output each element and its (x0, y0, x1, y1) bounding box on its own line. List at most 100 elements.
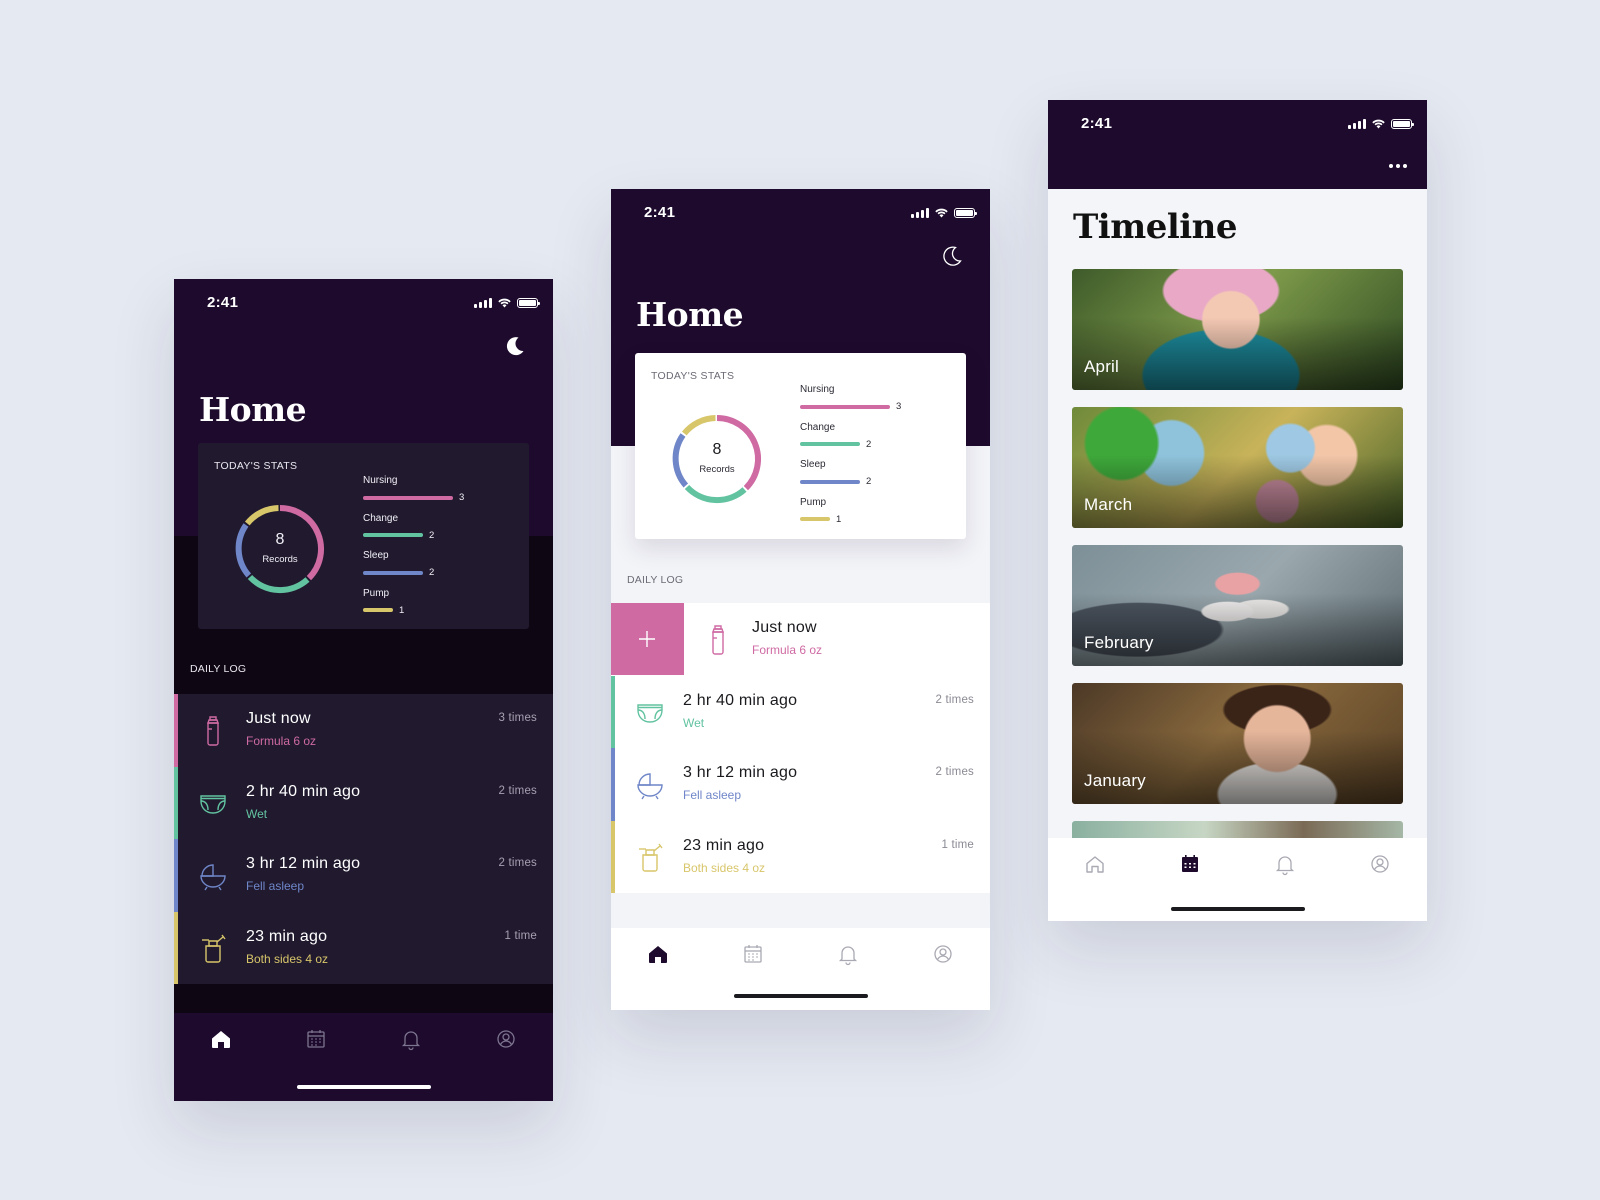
stat-change: Change 2 (363, 513, 513, 551)
daily-log-list: Just now Formula 6 oz 3 times 2 hr 40 mi… (174, 694, 553, 984)
records-label: Records (262, 554, 298, 565)
stat-count: 1 (399, 604, 405, 616)
log-item-title: 3 hr 12 min ago (683, 764, 798, 781)
breast-pump-icon (198, 932, 228, 964)
stat-bar (800, 517, 830, 521)
diaper-icon (635, 696, 665, 728)
month-card-april[interactable]: April (1072, 269, 1403, 390)
bell-icon[interactable] (836, 942, 860, 966)
home-indicator (733, 994, 868, 998)
month-name: April (1084, 357, 1120, 376)
records-label: Records (699, 464, 735, 475)
breast-pump-icon (635, 841, 665, 873)
log-item-formula[interactable]: Just now Formula 6 oz (611, 603, 990, 676)
log-item-pump[interactable]: 23 min ago Both sides 4 oz 1 time (174, 911, 553, 984)
month-name: March (1084, 495, 1133, 514)
home-icon[interactable] (1083, 852, 1107, 876)
month-card-february[interactable]: February (1072, 545, 1403, 666)
donut-segment-pump (244, 505, 279, 526)
stat-count: 3 (896, 401, 902, 412)
log-item-sleep[interactable]: 3 hr 12 min ago Fell asleep 2 times (611, 748, 990, 821)
daily-log-label: Daily log (627, 574, 684, 586)
calendar-icon[interactable] (304, 1027, 328, 1051)
profile-icon[interactable] (494, 1027, 518, 1051)
log-item-title: 23 min ago (683, 836, 765, 854)
stat-name: Change (800, 421, 836, 433)
profile-icon[interactable] (931, 942, 955, 966)
home-icon[interactable] (209, 1027, 233, 1051)
phone-light-home: 2:41 Home Today's stats 8 Records Nursin… (611, 189, 990, 1010)
wifi-icon (1372, 119, 1385, 129)
phone-timeline: 2:41 Timeline April March February Janua… (1048, 100, 1427, 921)
month-card-january[interactable]: January (1072, 683, 1403, 804)
stat-change: Change 2 (800, 422, 950, 460)
night-mode-moon-icon[interactable] (940, 244, 964, 268)
stat-sleep: Sleep 2 (363, 550, 513, 588)
log-item-pump[interactable]: 23 min ago Both sides 4 oz 1 time (611, 820, 990, 893)
bell-icon[interactable] (1273, 852, 1297, 876)
bottle-icon (198, 714, 228, 746)
home-icon[interactable] (646, 942, 670, 966)
stat-count: 1 (836, 513, 842, 525)
more-options-icon[interactable] (1389, 164, 1407, 168)
profile-icon[interactable] (1368, 852, 1392, 876)
status-bar: 2:41 (174, 279, 553, 327)
battery-icon (517, 298, 540, 308)
log-item-count: 2 times (498, 857, 537, 869)
status-bar: 2:41 (1048, 100, 1427, 148)
month-name: January (1084, 771, 1146, 790)
log-item-title: Just now (246, 710, 311, 727)
add-record-button[interactable] (611, 603, 684, 675)
log-item-count: 2 times (935, 693, 974, 706)
log-item-sleep[interactable]: 3 hr 12 min ago Fell asleep 2 times (174, 839, 553, 912)
phone-dark-home: 2:41 Home Today's stats 8 Records Nursin… (174, 279, 553, 1101)
stat-bar (363, 570, 423, 575)
tab-bar (174, 1013, 553, 1101)
log-item-title: 23 min ago (246, 927, 328, 945)
records-count: 8 (712, 441, 722, 458)
stat-bar (800, 479, 860, 484)
month-card-march[interactable]: March (1072, 407, 1403, 528)
stat-name: Nursing (800, 384, 835, 395)
wifi-icon (935, 208, 948, 218)
stat-name: Sleep (363, 550, 389, 561)
stat-name: Change (363, 512, 399, 524)
records-donut-chart (672, 415, 761, 504)
log-item-diaper[interactable]: 2 hr 40 min ago Wet 2 times (174, 766, 553, 839)
todays-stats-card: Today's stats 8 Records Nursing 3 Change… (198, 443, 529, 629)
night-mode-moon-icon[interactable] (503, 334, 527, 358)
donut-segment-pump (681, 415, 716, 436)
daily-log-label: Daily log (190, 663, 247, 675)
photo-shade (1072, 731, 1403, 804)
log-item-count: 1 time (504, 929, 537, 942)
log-item-title: Just now (752, 619, 817, 636)
month-name: February (1084, 633, 1154, 652)
log-item-detail: Fell asleep (246, 879, 305, 893)
wifi-icon (498, 298, 511, 308)
stat-bar (800, 404, 890, 409)
status-time: 2:41 (207, 294, 239, 311)
log-item-detail: Wet (683, 715, 705, 730)
log-item-title: 3 hr 12 min ago (246, 855, 361, 872)
stat-nursing: Nursing 3 (800, 384, 950, 422)
calendar-icon[interactable] (741, 942, 765, 966)
log-item-detail: Both sides 4 oz (683, 860, 766, 875)
photo-shade (1072, 593, 1403, 666)
stat-count: 2 (866, 476, 872, 487)
stat-count: 2 (429, 529, 435, 541)
stat-count: 3 (459, 492, 465, 503)
diaper-icon (198, 787, 228, 819)
signal-icon (911, 208, 929, 218)
calendar-icon[interactable] (1178, 852, 1202, 876)
home-indicator (1170, 907, 1305, 911)
tab-bar (1048, 838, 1427, 921)
log-item-detail: Formula 6 oz (752, 643, 823, 657)
stats-bar-list: Nursing 3 Change 2 Sleep 2 Pump 1 (363, 475, 513, 625)
stat-nursing: Nursing 3 (363, 475, 513, 513)
log-item-diaper[interactable]: 2 hr 40 min ago Wet 2 times (611, 675, 990, 748)
log-item-title: 2 hr 40 min ago (246, 782, 361, 800)
log-item-formula[interactable]: Just now Formula 6 oz 3 times (174, 694, 553, 767)
battery-icon (954, 208, 977, 218)
bell-icon[interactable] (399, 1027, 423, 1051)
log-item-detail: Formula 6 oz (246, 734, 317, 748)
